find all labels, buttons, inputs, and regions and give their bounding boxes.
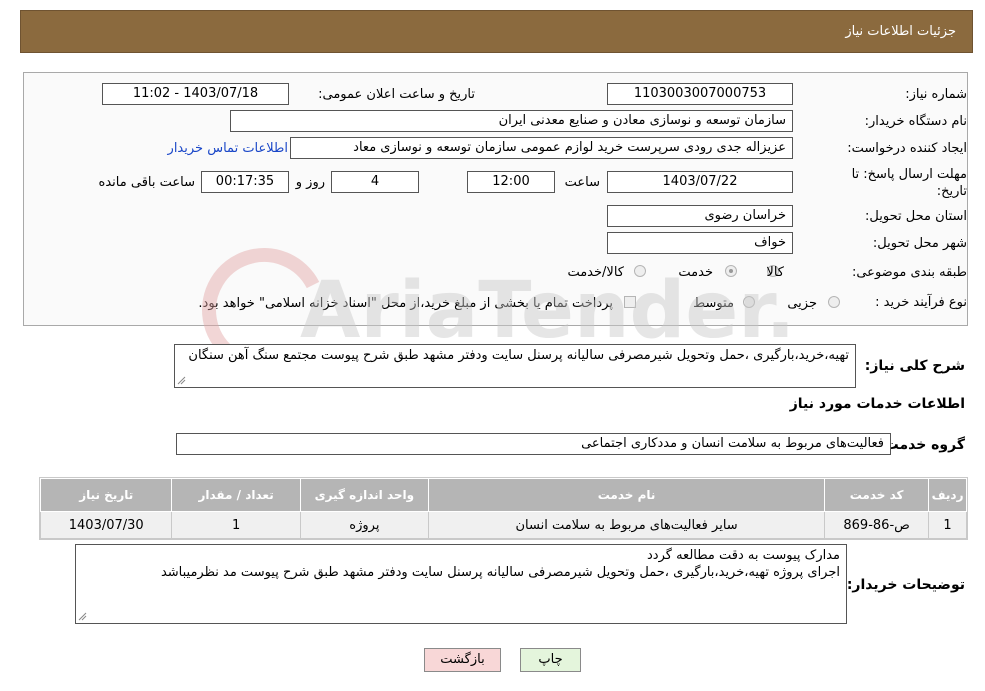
purchase-radio-minor[interactable] [828, 296, 840, 308]
deadline-label-line2: تاریخ: [936, 184, 967, 199]
buyer-notes-label: توضیحات خریدار: [846, 577, 965, 593]
description-textarea[interactable]: تهیه،خرید،بارگیری ،حمل وتحویل شیرمصرفی س… [174, 344, 856, 388]
cell-row-number: 1 [928, 511, 967, 539]
buyer-notes-line2: اجرای پروژه تهیه،خرید،بارگیری ،حمل وتحوی… [160, 565, 840, 580]
cell-service-name: سایر فعالیت‌های مربوط به سلامت انسان [428, 511, 826, 539]
treasury-payment-note: پرداخت تمام یا بخشی از مبلغ خرید،از محل … [198, 296, 613, 311]
col-row-number: ردیف [928, 478, 967, 512]
services-table-header: ردیف کد خدمت نام خدمت واحد اندازه گیری ت… [39, 478, 967, 512]
print-button[interactable]: چاپ [520, 648, 581, 672]
deadline-label-line1: مهلت ارسال پاسخ: تا [851, 167, 967, 182]
services-table: ردیف کد خدمت نام خدمت واحد اندازه گیری ت… [39, 477, 968, 540]
col-service-name: نام خدمت [428, 478, 826, 512]
time-remaining-field: 00:17:35 [201, 171, 289, 193]
col-need-date: تاریخ نیاز [39, 478, 173, 512]
page-header: جزئیات اطلاعات نیاز [20, 10, 973, 53]
need-number-label: شماره نیاز: [905, 87, 967, 102]
requester-field: عزیزاله جدی رودی سرپرست خرید لوازم عمومی… [290, 137, 793, 159]
days-label: روز و [295, 175, 325, 190]
col-quantity: تعداد / مقدار [171, 478, 301, 512]
category-label: طبقه بندی موضوعی: [851, 265, 967, 280]
service-group-label: گروه خدمت: [879, 437, 965, 453]
buyer-contact-link[interactable]: اطلاعات تماس خریدار [168, 141, 288, 156]
purchase-radio-medium[interactable] [743, 296, 755, 308]
services-section-title: اطلاعات خدمات مورد نیاز [789, 396, 965, 412]
deadline-time-label: ساعت [564, 175, 600, 190]
province-label: استان محل تحویل: [865, 209, 967, 224]
buyer-notes-textarea[interactable]: مدارک پیوست به دقت مطالعه گردد اجرای پرو… [75, 544, 847, 624]
purchase-option-medium: متوسط [693, 296, 734, 311]
description-label: شرح کلی نیاز: [864, 358, 965, 374]
deadline-date-field: 1403/07/22 [607, 171, 793, 193]
category-radio-goods-service[interactable] [634, 265, 646, 277]
need-number-field: 1103003007000753 [607, 83, 793, 105]
requester-label: ایجاد کننده درخواست: [847, 141, 967, 156]
treasury-payment-checkbox[interactable] [624, 296, 636, 308]
buyer-notes-line1: مدارک پیوست به دقت مطالعه گردد [647, 548, 840, 563]
deadline-time-field: 12:00 [467, 171, 555, 193]
resize-grip-icon[interactable] [78, 612, 87, 621]
days-remaining-field: 4 [331, 171, 419, 193]
announce-datetime-field: 1403/07/18 - 11:02 [102, 83, 289, 105]
purchase-option-minor: جزیی [787, 296, 817, 311]
announce-datetime-label: تاریخ و ساعت اعلان عمومی: [318, 87, 475, 102]
purchase-type-label: نوع فرآیند خرید : [875, 295, 967, 310]
service-group-field: فعالیت‌های مربوط به سلامت انسان و مددکار… [176, 433, 891, 455]
cell-service-code: ص-86-869 [824, 511, 930, 539]
table-row: 1 ص-86-869 سایر فعالیت‌های مربوط به سلام… [39, 511, 967, 539]
page-title: جزئیات اطلاعات نیاز [845, 24, 956, 39]
buyer-org-label: نام دستگاه خریدار: [864, 114, 967, 129]
category-option-service: خدمت [678, 265, 713, 280]
resize-grip-icon[interactable] [177, 376, 186, 385]
buyer-org-field: سازمان توسعه و نوسازی معادن و صنایع معدن… [230, 110, 793, 132]
category-option-goods-service: کالا/خدمت [567, 265, 624, 280]
col-unit: واحد اندازه گیری [299, 478, 430, 512]
back-button[interactable]: بازگشت [424, 648, 501, 672]
time-remaining-label: ساعت باقی مانده [98, 175, 195, 190]
cell-quantity: 1 [171, 511, 301, 539]
cell-unit: پروژه [299, 511, 430, 539]
cell-need-date: 1403/07/30 [39, 511, 173, 539]
city-field: خواف [607, 232, 793, 254]
province-field: خراسان رضوی [607, 205, 793, 227]
city-label: شهر محل تحویل: [872, 236, 967, 251]
description-text: تهیه،خرید،بارگیری ،حمل وتحویل شیرمصرفی س… [188, 348, 849, 363]
category-option-goods: کالا [766, 265, 784, 280]
category-radio-service[interactable] [725, 265, 737, 277]
col-service-code: کد خدمت [824, 478, 930, 512]
